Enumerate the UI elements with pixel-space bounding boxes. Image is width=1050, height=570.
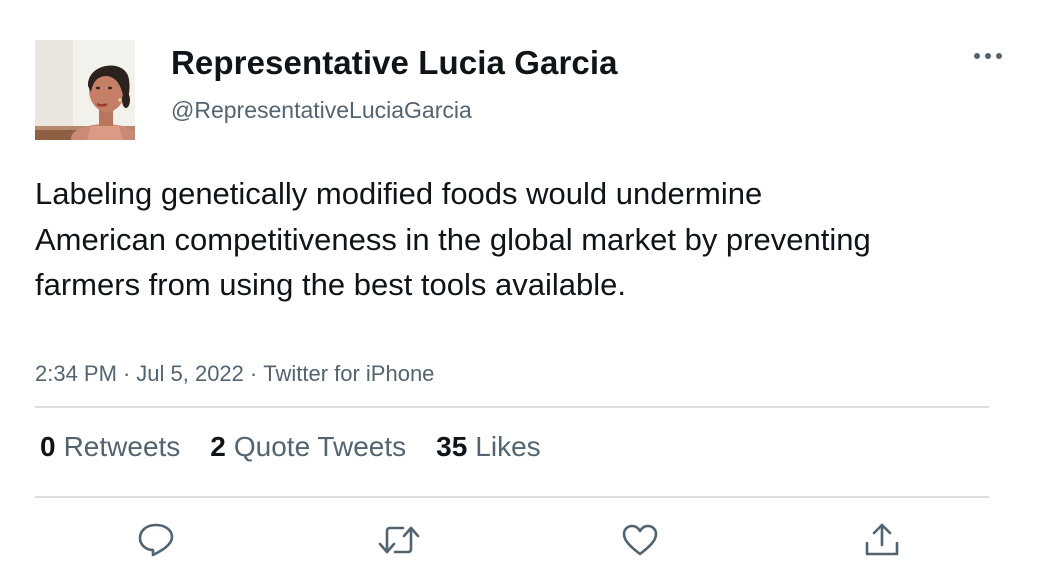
meta-separator: · [249,361,258,386]
reply-icon [138,523,174,557]
tweet-text: Labeling genetically modified foods woul… [35,171,895,308]
quote-tweets-label: Quote Tweets [233,431,407,462]
heart-icon [622,524,658,556]
retweet-icon [378,526,420,554]
quote-tweets-count: 2 [210,431,226,462]
tweet-body: Labeling genetically modified foods woul… [35,176,871,302]
tweet-card: Representative Lucia Garcia @Representat… [0,0,1050,570]
author-display-name[interactable]: Representative Lucia Garcia [171,44,618,82]
tweet-source[interactable]: Twitter for iPhone [263,361,434,386]
avatar[interactable] [35,40,135,140]
reply-button[interactable] [134,518,178,562]
retweet-button[interactable] [377,518,421,562]
more-horizontal-icon [974,53,1002,59]
meta-separator: · [122,361,131,386]
likes-label: Likes [475,431,541,462]
likes-count: 35 [436,431,468,462]
avatar-photo [35,40,135,140]
tweet-time[interactable]: 2:34 PM [35,361,117,386]
retweets-stat[interactable]: 0 Retweets [40,431,180,463]
share-button[interactable] [860,518,904,562]
like-button[interactable] [618,518,662,562]
tweet-date[interactable]: Jul 5, 2022 [136,361,244,386]
share-icon [865,523,899,556]
engagement-stats: 0 Retweets 2 Quote Tweets 35 Likes [40,431,571,463]
action-bar [0,518,1050,562]
retweets-count: 0 [40,431,56,462]
retweets-label: Retweets [63,431,181,462]
quote-tweets-stat[interactable]: 2 Quote Tweets [210,431,406,463]
likes-stat[interactable]: 35 Likes [436,431,541,463]
more-options-button[interactable] [968,42,1008,70]
tweet-metadata: 2:34 PM · Jul 5, 2022 · Twitter for iPhone [35,361,434,387]
divider [35,496,989,498]
divider [35,406,989,408]
author-handle[interactable]: @RepresentativeLuciaGarcia [171,97,472,124]
